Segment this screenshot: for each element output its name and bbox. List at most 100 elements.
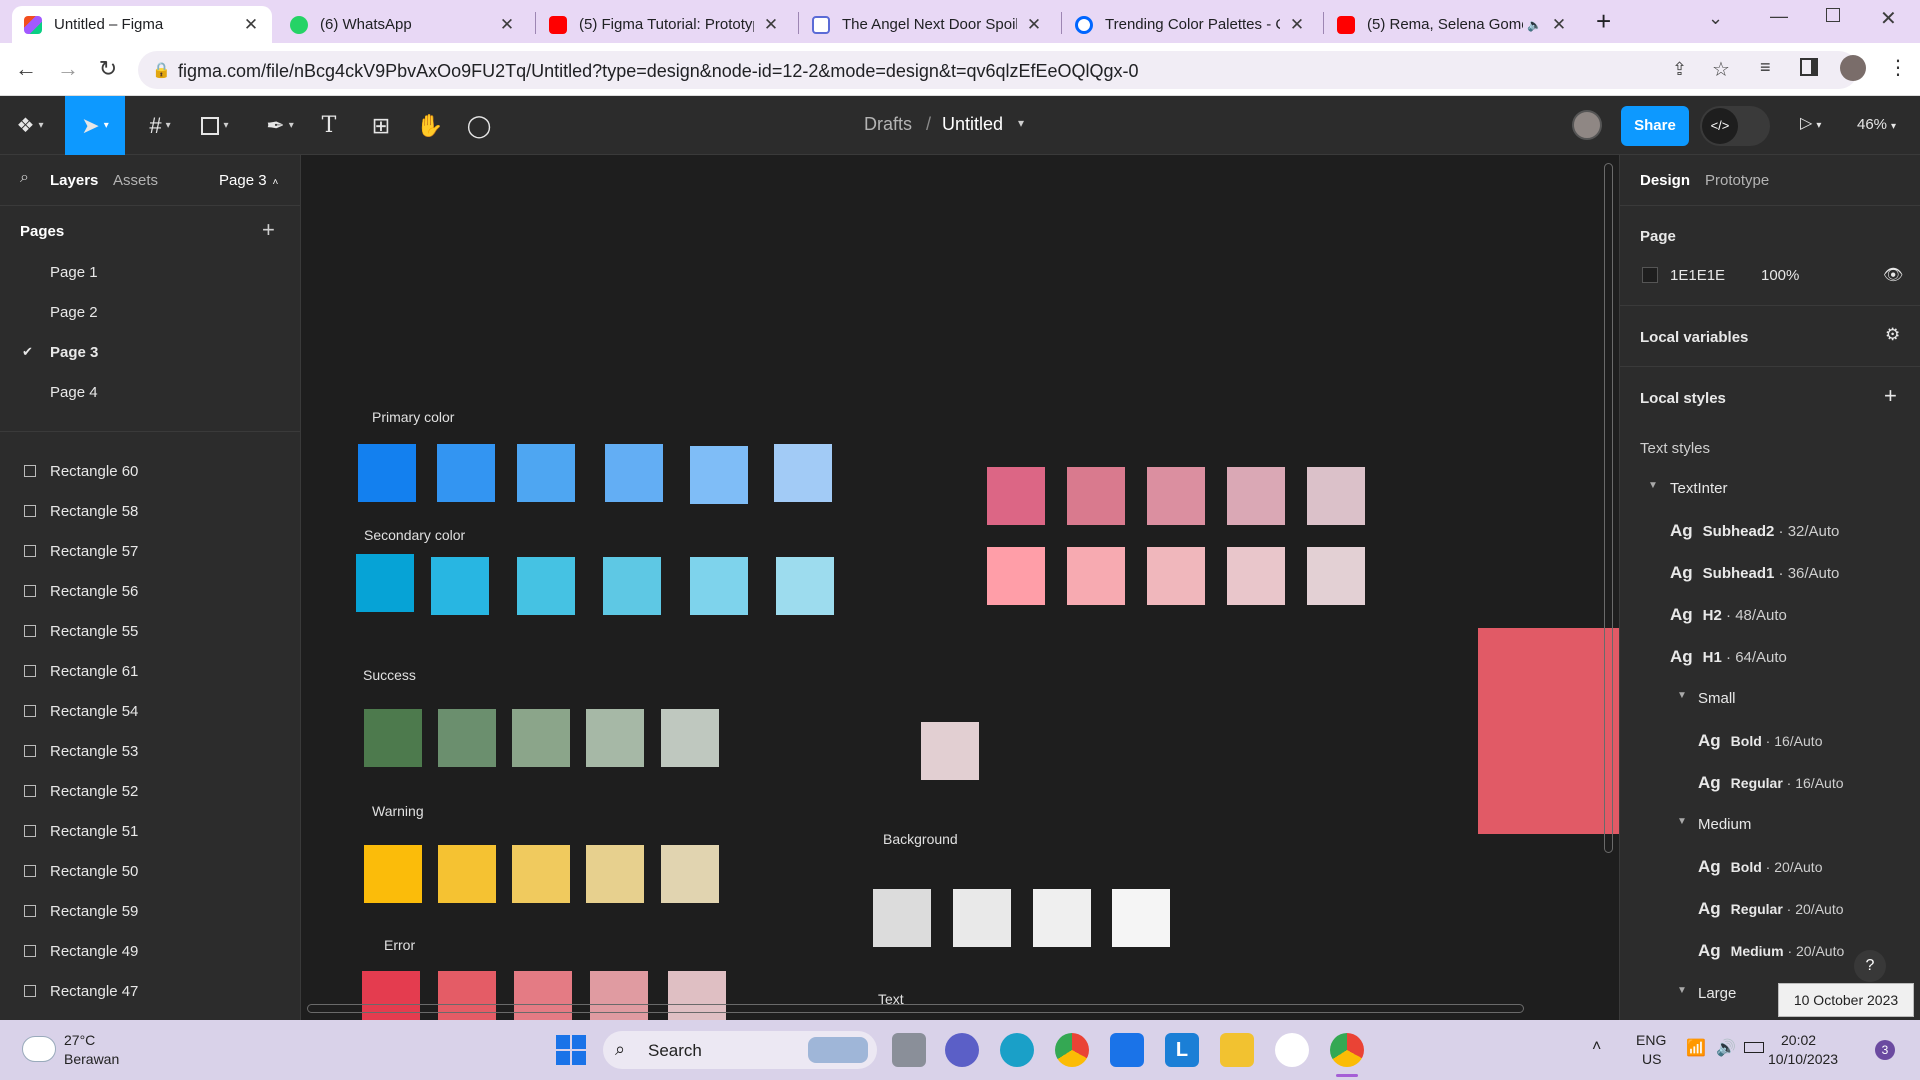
present-button[interactable]: ▷ ▾ xyxy=(1800,113,1821,133)
color-swatch-success[interactable] xyxy=(586,709,644,767)
close-icon[interactable]: ✕ xyxy=(242,15,260,35)
layer-row[interactable]: Rectangle 60 xyxy=(0,451,300,491)
color-swatch-pink-top[interactable] xyxy=(1147,467,1205,525)
text-tool-button[interactable]: T xyxy=(312,96,346,155)
color-swatch-warning[interactable] xyxy=(661,845,719,903)
layer-row[interactable]: Rectangle 49 xyxy=(0,931,300,971)
color-swatch-pink-bottom[interactable] xyxy=(987,547,1045,605)
layer-row[interactable]: Rectangle 51 xyxy=(0,811,300,851)
tab-youtube-music[interactable]: (5) Rema, Selena Gome 🔈 ✕ xyxy=(1325,6,1580,43)
launcher-l-icon[interactable]: L xyxy=(1165,1033,1199,1067)
chevron-up-icon[interactable]: ˄ xyxy=(1592,1038,1601,1056)
caret-down-icon[interactable]: ▼ xyxy=(1648,480,1658,491)
main-menu-button[interactable]: ❖ ▾ xyxy=(0,96,60,155)
color-swatch-success[interactable] xyxy=(364,709,422,767)
color-swatch-success[interactable] xyxy=(438,709,496,767)
breadcrumb-drafts[interactable]: Drafts xyxy=(864,114,912,135)
text-style-item[interactable]: Ag H2 · 48/Auto xyxy=(1670,605,1787,625)
color-swatch-secondary[interactable] xyxy=(517,557,575,615)
close-icon[interactable]: ✕ xyxy=(762,15,780,35)
close-icon[interactable]: ✕ xyxy=(1550,15,1568,35)
back-button[interactable]: ← xyxy=(12,55,40,83)
color-swatch-background[interactable] xyxy=(1112,889,1170,947)
color-swatch-warning[interactable] xyxy=(586,845,644,903)
text-style-item[interactable]: Ag H1 · 64/Auto xyxy=(1670,647,1787,667)
color-rectangle-large[interactable] xyxy=(1478,628,1619,834)
page-color-value[interactable]: 1E1E1E xyxy=(1670,267,1725,284)
notification-badge[interactable]: 3 xyxy=(1875,1040,1895,1060)
text-style-item[interactable]: Ag Regular · 16/Auto xyxy=(1698,773,1844,793)
file-explorer-icon[interactable] xyxy=(1220,1033,1254,1067)
search-icon[interactable]: ⌕ xyxy=(20,169,29,187)
color-swatch-primary[interactable] xyxy=(774,444,832,502)
layer-row[interactable]: Rectangle 47 xyxy=(0,971,300,1011)
clock-date[interactable]: 10/10/2023 xyxy=(1768,1051,1838,1067)
language-bottom[interactable]: US xyxy=(1642,1051,1661,1067)
help-button[interactable]: ? xyxy=(1854,950,1886,982)
variables-settings-icon[interactable]: ⚙ xyxy=(1885,325,1900,345)
weather-desc[interactable]: Berawan xyxy=(64,1051,119,1067)
style-group-textinter[interactable]: TextInter xyxy=(1670,480,1728,497)
color-swatch-primary[interactable] xyxy=(358,444,416,502)
zoom-level[interactable]: 46% ▾ xyxy=(1857,116,1896,133)
text-style-item[interactable]: Ag Regular · 20/Auto xyxy=(1698,899,1844,919)
move-tool-button[interactable]: ➤ ▾ xyxy=(65,96,125,155)
page-color-swatch[interactable] xyxy=(1642,267,1658,283)
color-swatch-background[interactable] xyxy=(1033,889,1091,947)
page-item-3[interactable]: ✔ Page 3 xyxy=(0,332,300,372)
close-window-button[interactable]: ✕ xyxy=(1880,6,1897,31)
browser-menu-icon[interactable]: ⋮ xyxy=(1888,55,1908,80)
horizontal-scrollbar[interactable] xyxy=(307,1004,1524,1013)
tab-assets[interactable]: Assets xyxy=(113,172,158,189)
color-swatch-secondary[interactable] xyxy=(690,557,748,615)
eye-icon[interactable]: 👁 xyxy=(1883,265,1903,285)
teams-icon[interactable] xyxy=(945,1033,979,1067)
new-tab-button[interactable]: + xyxy=(1596,6,1611,37)
layer-row[interactable]: Rectangle 50 xyxy=(0,851,300,891)
color-swatch-warning[interactable] xyxy=(512,845,570,903)
color-swatch-success[interactable] xyxy=(512,709,570,767)
layer-row[interactable]: Rectangle 55 xyxy=(0,611,300,651)
page-switcher[interactable]: Page 3 ˄ xyxy=(219,172,278,189)
layer-row[interactable]: Rectangle 58 xyxy=(0,491,300,531)
hand-tool-button[interactable]: ✋ xyxy=(413,96,447,155)
chevron-down-icon[interactable]: ▾ xyxy=(1018,116,1024,130)
tab-design[interactable]: Design xyxy=(1640,172,1690,189)
mail-icon[interactable] xyxy=(1110,1033,1144,1067)
maximize-button[interactable] xyxy=(1826,8,1840,22)
dev-mode-toggle[interactable]: </> xyxy=(1700,106,1770,146)
color-swatch-primary[interactable] xyxy=(605,444,663,502)
caret-down-icon[interactable]: ▼ xyxy=(1677,816,1687,827)
avatar[interactable] xyxy=(1572,110,1602,140)
close-icon[interactable]: ✕ xyxy=(1288,15,1306,35)
share-page-icon[interactable]: ⇪ xyxy=(1672,59,1687,80)
color-swatch-background[interactable] xyxy=(873,889,931,947)
layer-row[interactable]: Rectangle 57 xyxy=(0,531,300,571)
minimize-button[interactable]: — xyxy=(1770,6,1788,27)
color-swatch-primary[interactable] xyxy=(517,444,575,502)
edge-icon[interactable] xyxy=(1000,1033,1034,1067)
tab-prototype[interactable]: Prototype xyxy=(1705,172,1769,189)
vertical-scrollbar[interactable] xyxy=(1604,163,1613,853)
style-group-small[interactable]: Small xyxy=(1698,690,1736,707)
bookmark-star-icon[interactable]: ☆ xyxy=(1712,57,1730,82)
color-swatch-secondary[interactable] xyxy=(603,557,661,615)
reading-list-icon[interactable]: ≡ xyxy=(1760,57,1771,78)
color-swatch-secondary[interactable] xyxy=(431,557,489,615)
chrome-active-icon[interactable] xyxy=(1330,1033,1364,1067)
speaker-icon[interactable]: 🔈 xyxy=(1527,18,1542,32)
add-style-button[interactable]: + xyxy=(1884,383,1897,409)
tab-youtube-figma[interactable]: (5) Figma Tutorial: Prototyp ✕ xyxy=(537,6,792,43)
text-style-item[interactable]: Ag Subhead1 · 36/Auto xyxy=(1670,563,1839,583)
text-style-item[interactable]: Ag Subhead2 · 32/Auto xyxy=(1670,521,1839,541)
taskbar-search-box[interactable]: ⌕ Search xyxy=(603,1031,877,1069)
layer-row[interactable]: Rectangle 54 xyxy=(0,691,300,731)
text-style-item[interactable]: Ag Bold · 16/Auto xyxy=(1698,731,1822,751)
color-swatch-warning[interactable] xyxy=(438,845,496,903)
layer-row[interactable]: Rectangle 53 xyxy=(0,731,300,771)
side-panel-icon[interactable] xyxy=(1800,58,1818,76)
shape-tool-button[interactable]: ▾ xyxy=(190,96,240,155)
tab-layers[interactable]: Layers xyxy=(50,172,98,189)
color-swatch-primary[interactable] xyxy=(690,446,748,504)
chrome-icon[interactable] xyxy=(1055,1033,1089,1067)
